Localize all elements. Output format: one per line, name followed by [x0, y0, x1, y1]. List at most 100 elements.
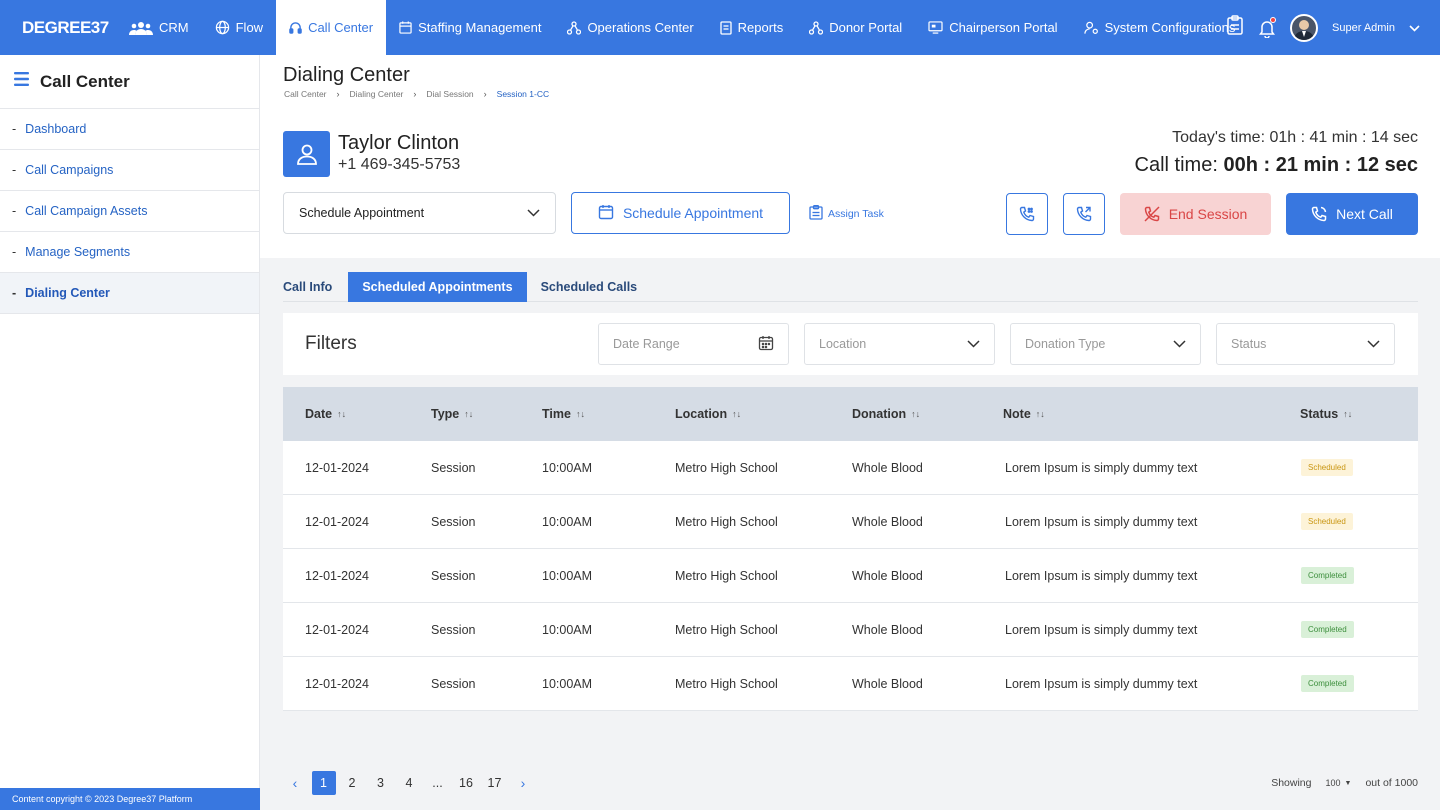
- location-filter[interactable]: Location: [804, 323, 995, 365]
- end-session-button[interactable]: End Session: [1120, 193, 1271, 235]
- table-row[interactable]: 12-01-2024 Session 10:00AM Metro High Schoo…: [283, 603, 1418, 657]
- nav-item-label: System Configurations: [1104, 20, 1236, 35]
- cell-date: 12-01-2024: [305, 460, 369, 475]
- column-header-note[interactable]: Note ↑↓: [1003, 407, 1045, 421]
- column-header-time[interactable]: Time ↑↓: [542, 407, 585, 421]
- date-range-filter[interactable]: Date Range: [598, 323, 789, 365]
- network-icon: [567, 20, 582, 35]
- cell-location: Metro High School: [675, 622, 778, 637]
- nav-item-call-center[interactable]: Call Center: [276, 0, 387, 55]
- sidebar-item-label: Manage Segments: [25, 245, 131, 259]
- sidebar-item-dialing-center[interactable]: - Dialing Center: [0, 273, 259, 314]
- calendar-icon: [758, 335, 774, 354]
- action-select-value: Schedule Appointment: [299, 206, 425, 220]
- cell-donation: Whole Blood: [852, 514, 923, 529]
- page-button[interactable]: 17: [483, 771, 507, 795]
- tab-bar: Call Info Scheduled Appointments Schedul…: [283, 272, 1418, 302]
- headset-icon: [289, 21, 302, 35]
- page-button[interactable]: 16: [454, 771, 478, 795]
- column-header-type[interactable]: Type ↑↓: [431, 407, 473, 421]
- column-label: Type: [431, 407, 460, 421]
- next-call-button[interactable]: Next Call: [1286, 193, 1418, 235]
- chevron-down-icon: [1173, 337, 1186, 351]
- calendar-edit-icon: [598, 204, 614, 223]
- nav-item-operations-center[interactable]: Operations Center: [554, 0, 706, 55]
- nav-item-donor-portal[interactable]: Donor Portal: [796, 0, 915, 55]
- column-header-date[interactable]: Date ↑↓: [305, 407, 346, 421]
- status-badge: Completed: [1301, 621, 1354, 638]
- column-label: Note: [1003, 407, 1031, 421]
- nav-item-reports[interactable]: Reports: [707, 0, 797, 55]
- column-header-status[interactable]: Status ↑↓: [1300, 407, 1352, 421]
- status-badge: Completed: [1301, 567, 1354, 584]
- chevron-right-icon: ›: [483, 89, 487, 99]
- dialpad-call-button[interactable]: [1006, 193, 1048, 235]
- cell-type: Session: [431, 568, 476, 583]
- cell-location: Metro High School: [675, 676, 778, 691]
- cell-note: Lorem Ipsum is simply dummy text: [1005, 514, 1198, 529]
- sidebar-item-call-campaign-assets[interactable]: - Call Campaign Assets: [0, 191, 259, 232]
- table-row[interactable]: 12-01-2024 Session 10:00AM Metro High Schoo…: [283, 441, 1418, 495]
- sidebar-item-call-campaigns[interactable]: - Call Campaigns: [0, 150, 259, 191]
- caret-down-icon: ▼: [1344, 779, 1352, 787]
- tab-scheduled-appointments[interactable]: Scheduled Appointments: [348, 272, 527, 302]
- chevron-down-icon[interactable]: [1409, 19, 1420, 37]
- cell-donation: Whole Blood: [852, 460, 923, 475]
- breadcrumb-item[interactable]: Dial Session: [426, 89, 473, 99]
- table-row[interactable]: 12-01-2024 Session 10:00AM Metro High Schoo…: [283, 657, 1418, 711]
- schedule-appointment-button[interactable]: Schedule Appointment: [571, 192, 790, 234]
- nav-item-label: Operations Center: [587, 20, 694, 35]
- status-filter[interactable]: Status: [1216, 323, 1395, 365]
- column-label: Donation: [852, 407, 907, 421]
- notifications-button[interactable]: [1258, 16, 1277, 38]
- nav-item-flow[interactable]: Flow: [202, 0, 276, 55]
- nav-item-label: Flow: [235, 20, 264, 35]
- calendar-icon: [399, 21, 412, 34]
- breadcrumb-item[interactable]: Call Center: [284, 89, 327, 99]
- tab-call-info[interactable]: Call Info: [283, 272, 348, 302]
- clipboard-icon[interactable]: [1226, 15, 1244, 40]
- breadcrumb-item[interactable]: Dialing Center: [350, 89, 404, 99]
- chevron-right-icon: ›: [336, 89, 340, 99]
- user-name[interactable]: Super Admin: [1332, 22, 1395, 34]
- network-icon: [809, 20, 824, 35]
- action-select[interactable]: Schedule Appointment: [283, 192, 556, 234]
- donation-type-filter[interactable]: Donation Type: [1010, 323, 1201, 365]
- table-row[interactable]: 12-01-2024 Session 10:00AM Metro High Schoo…: [283, 495, 1418, 549]
- forward-call-button[interactable]: [1063, 193, 1105, 235]
- page-button[interactable]: 4: [397, 771, 421, 795]
- next-page-button[interactable]: ›: [511, 771, 535, 795]
- page-button[interactable]: 3: [369, 771, 393, 795]
- previous-page-button[interactable]: ‹: [283, 771, 307, 795]
- nav-item-label: CRM: [159, 20, 189, 35]
- page-button[interactable]: 1: [311, 771, 336, 795]
- tab-scheduled-calls[interactable]: Scheduled Calls: [527, 272, 652, 302]
- chevron-down-icon: [1367, 337, 1380, 351]
- sidebar-item-label: Call Campaigns: [25, 163, 114, 177]
- assign-task-link[interactable]: Assign Task: [809, 205, 884, 223]
- nav-user-area: Super Admin: [1226, 0, 1420, 55]
- sidebar-item-manage-segments[interactable]: - Manage Segments: [0, 232, 259, 273]
- phone-forward-icon: [1076, 206, 1092, 222]
- nav-item-system-configurations[interactable]: System Configurations: [1071, 0, 1249, 55]
- brand-logo[interactable]: DEGREE37: [22, 18, 109, 38]
- page-button[interactable]: 2: [340, 771, 364, 795]
- table-row[interactable]: 12-01-2024 Session 10:00AM Metro High Schoo…: [283, 549, 1418, 603]
- call-time: Call time: 00h : 21 min : 12 sec: [1135, 154, 1418, 177]
- sidebar-item-dashboard[interactable]: - Dashboard: [0, 109, 259, 150]
- sidebar-item-label: Dialing Center: [25, 286, 110, 300]
- cell-status: Completed: [1301, 675, 1354, 692]
- page-size-select[interactable]: 100 ▼: [1325, 778, 1351, 788]
- menu-icon[interactable]: [14, 72, 29, 91]
- column-header-location[interactable]: Location ↑↓: [675, 407, 741, 421]
- cell-type: Session: [431, 514, 476, 529]
- phone-icon: [1311, 206, 1327, 222]
- nav-item-staffing-management[interactable]: Staffing Management: [386, 0, 554, 55]
- nav-item-crm[interactable]: CRM: [116, 0, 202, 55]
- cell-note: Lorem Ipsum is simply dummy text: [1005, 568, 1198, 583]
- breadcrumb-current: Session 1-CC: [496, 89, 550, 99]
- total-label: out of 1000: [1365, 777, 1418, 789]
- avatar[interactable]: [1290, 13, 1319, 42]
- column-header-donation[interactable]: Donation ↑↓: [852, 407, 920, 421]
- nav-item-chairperson-portal[interactable]: Chairperson Portal: [915, 0, 1070, 55]
